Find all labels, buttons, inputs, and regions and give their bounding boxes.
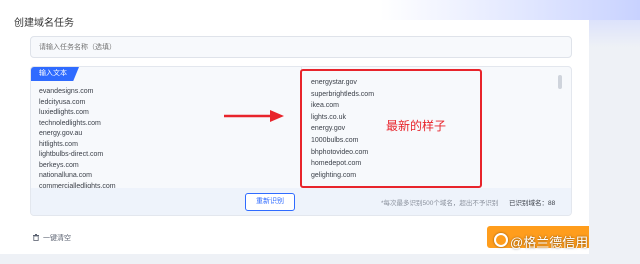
list-item: ledcityusa.com bbox=[39, 98, 86, 106]
annotation-label: 最新的样子 bbox=[386, 119, 447, 133]
recognize-button[interactable]: 重新识别 bbox=[245, 193, 295, 211]
red-arrow-icon bbox=[224, 110, 284, 122]
domain-textarea[interactable]: evandesigns.com ledcityusa.com luxiedlig… bbox=[39, 87, 299, 192]
trash-icon bbox=[33, 234, 39, 241]
side-background bbox=[589, 0, 640, 264]
header-gradient bbox=[380, 0, 640, 20]
bottom-bar bbox=[0, 254, 589, 264]
list-item: berkeys.com bbox=[39, 161, 79, 169]
watermark-logo-icon bbox=[494, 233, 508, 247]
list-item: evandesigns.com bbox=[39, 88, 94, 95]
list-item: lightbulbs-direct.com bbox=[39, 151, 104, 158]
domain-input-panel: 输入文本 evandesigns.com ledcityusa.com luxi… bbox=[30, 66, 572, 216]
page-title: 创建域名任务 bbox=[14, 18, 74, 29]
recognize-hint: *每次最多识别500个域名，超出不予识别 bbox=[381, 200, 499, 207]
scrollbar-thumb[interactable] bbox=[558, 75, 562, 89]
input-text-tab[interactable]: 输入文本 bbox=[31, 67, 79, 81]
recognized-count: 已识别域名：88 bbox=[509, 200, 556, 207]
list-item: hitlights.com bbox=[39, 140, 78, 148]
clear-all-button[interactable]: 一键清空 bbox=[32, 233, 71, 243]
clear-all-label: 一键清空 bbox=[43, 235, 71, 242]
list-item: nationalluna.com bbox=[39, 172, 92, 179]
task-name-input[interactable] bbox=[30, 36, 572, 58]
watermark-text: @格兰德信用 bbox=[510, 235, 589, 250]
list-item: energy.gov.au bbox=[39, 130, 83, 137]
